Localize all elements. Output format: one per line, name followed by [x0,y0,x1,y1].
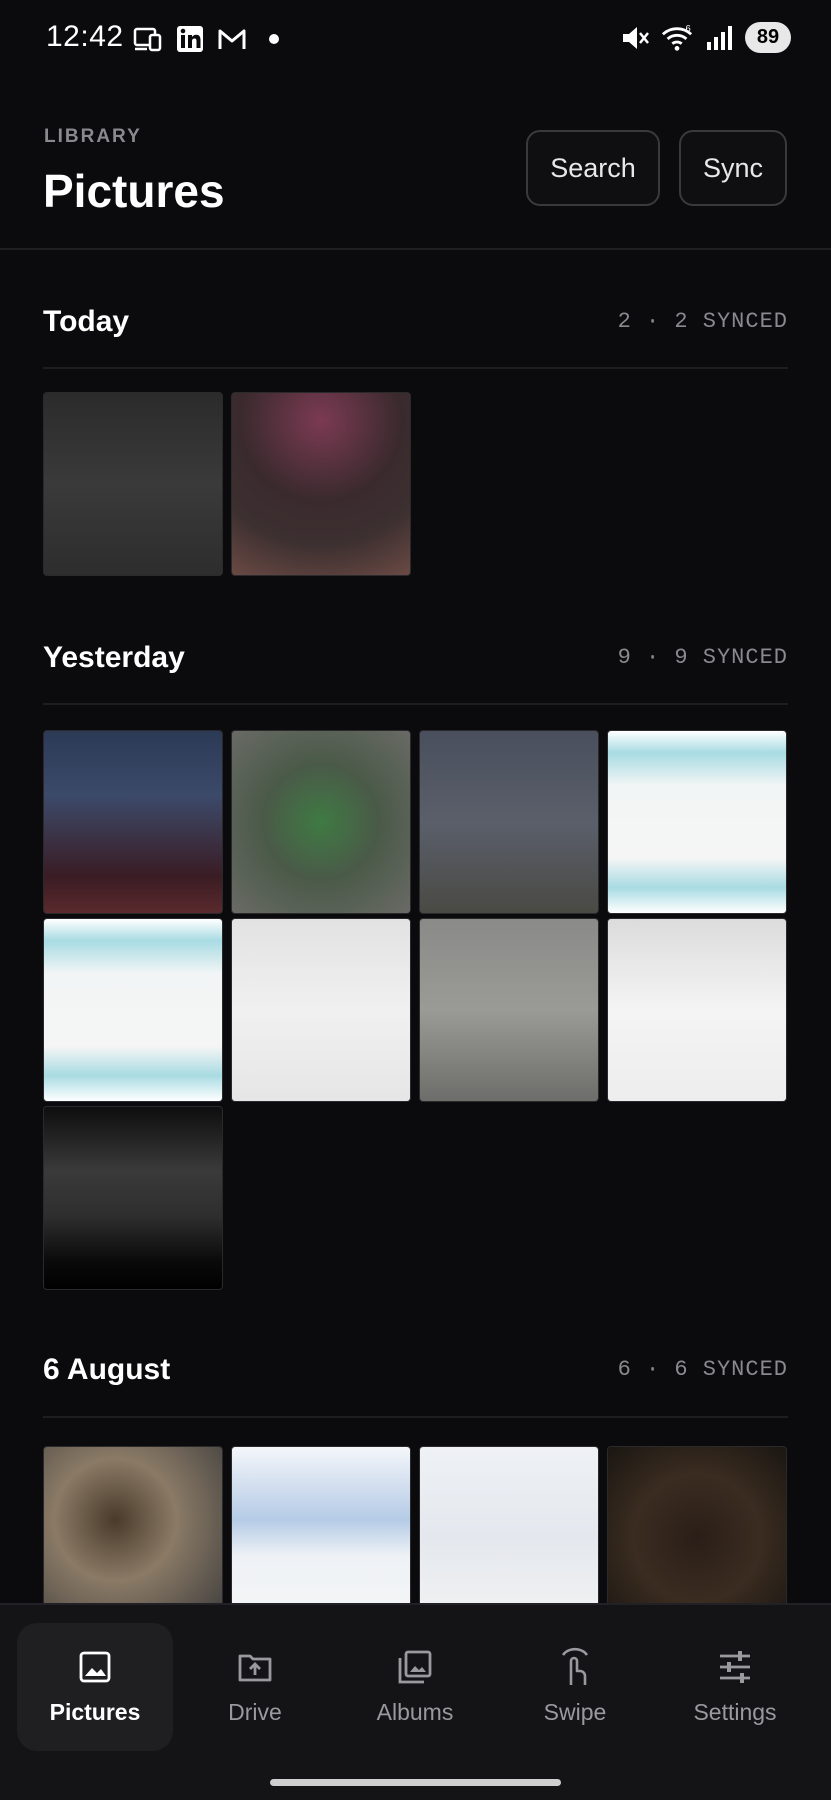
sliders-icon [717,1649,753,1685]
photo-thumbnail[interactable] [231,730,411,914]
photo-thumbnail[interactable] [419,730,599,914]
photo-grid [43,730,788,1290]
linkedin-icon [174,24,206,54]
nav-label: Drive [228,1698,282,1725]
battery-indicator: 89 [745,22,791,53]
nav-label: Pictures [49,1698,141,1725]
page-title: Pictures [43,165,225,217]
section-title: 6 August [43,1353,171,1386]
photo-thumbnail[interactable] [607,730,787,914]
photo-thumbnail[interactable] [43,918,223,1102]
status-bar: 12:42 6 89 [0,0,831,78]
page-header: LIBRARY Pictures Search Sync [0,100,831,250]
search-button[interactable]: Search [526,130,660,206]
bottom-navigation: Pictures Drive Albums Swipe Settings [0,1603,831,1800]
photo-thumbnail[interactable] [419,918,599,1102]
notification-dot-icon [258,24,290,54]
signal-icon [703,23,735,53]
image-icon [77,1649,113,1685]
section-yesterday: Yesterday 9 · 9 SYNCED [0,590,831,1310]
photo-thumbnail[interactable] [43,1106,223,1290]
section-title: Today [43,305,130,338]
nav-item-albums[interactable]: Albums [337,1623,493,1751]
albums-icon [397,1649,433,1685]
swipe-icon [557,1647,593,1685]
nav-item-pictures[interactable]: Pictures [17,1623,173,1751]
section-meta: 9 · 9 SYNCED [617,645,788,670]
photo-thumbnail[interactable] [607,1446,787,1603]
gmail-icon [216,24,248,54]
mute-icon [619,23,651,53]
section-6-august: 6 August 6 · 6 SYNCED [0,1303,831,1603]
photo-thumbnail[interactable] [231,392,411,576]
status-time: 12:42 [46,20,124,53]
section-divider [43,1416,788,1418]
nav-item-drive[interactable]: Drive [177,1623,333,1751]
photo-thumbnail[interactable] [231,1446,411,1603]
photo-thumbnail[interactable] [607,918,787,1102]
nav-item-settings[interactable]: Settings [657,1623,813,1751]
photo-grid [43,1446,788,1603]
section-meta: 2 · 2 SYNCED [617,309,788,334]
section-today: Today 2 · 2 SYNCED [0,250,831,590]
nav-label: Settings [693,1698,777,1725]
section-title: Yesterday [43,641,185,674]
sync-button[interactable]: Sync [679,130,787,206]
photo-thumbnail[interactable] [419,1446,599,1603]
wifi-icon: 6 [661,23,693,53]
section-divider [43,703,788,705]
section-meta: 6 · 6 SYNCED [617,1357,788,1382]
nav-item-swipe[interactable]: Swipe [497,1623,653,1751]
status-right: 6 89 [619,22,791,53]
svg-text:6: 6 [685,23,690,33]
nav-label: Albums [376,1698,454,1725]
page-eyebrow: LIBRARY [44,126,142,147]
nav-label: Swipe [543,1698,607,1725]
status-left-icons [132,24,290,54]
photo-grid [43,392,788,576]
phone-link-icon [132,24,164,54]
photo-thumbnail[interactable] [231,918,411,1102]
photo-thumbnail[interactable] [43,392,223,576]
home-indicator[interactable] [270,1779,561,1786]
photo-thumbnail[interactable] [43,1446,223,1603]
section-divider [43,367,788,369]
upload-folder-icon [237,1649,273,1685]
photo-thumbnail[interactable] [43,730,223,914]
